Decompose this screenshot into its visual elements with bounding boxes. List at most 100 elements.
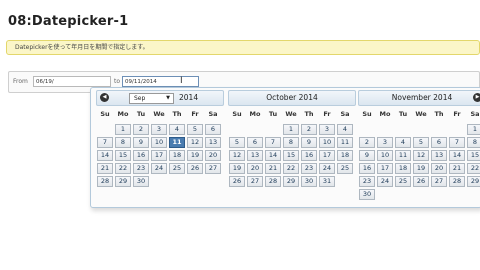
next-arrow-icon[interactable]: ▶ <box>473 93 480 102</box>
day-cell[interactable]: 25 <box>169 163 185 174</box>
day-cell[interactable]: 5 <box>229 137 245 148</box>
day-cell[interactable]: 13 <box>247 150 263 161</box>
day-cell[interactable]: 29 <box>115 176 131 187</box>
day-cell[interactable]: 27 <box>205 163 221 174</box>
day-cell[interactable]: 10 <box>319 137 335 148</box>
day-cell[interactable]: 14 <box>449 150 465 161</box>
day-cell[interactable]: 14 <box>265 150 281 161</box>
day-cell[interactable]: 16 <box>133 150 149 161</box>
day-cell[interactable]: 9 <box>359 150 375 161</box>
day-cell[interactable]: 3 <box>151 124 167 135</box>
day-cell[interactable]: 21 <box>97 163 113 174</box>
to-date-input[interactable] <box>122 76 199 87</box>
day-cell[interactable]: 7 <box>449 137 465 148</box>
day-cell[interactable]: 6 <box>431 137 447 148</box>
day-cell[interactable]: 22 <box>283 163 299 174</box>
day-cell[interactable]: 20 <box>247 163 263 174</box>
day-cell[interactable]: 26 <box>229 176 245 187</box>
day-cell[interactable]: 27 <box>247 176 263 187</box>
day-cell[interactable]: 17 <box>151 150 167 161</box>
day-cell[interactable]: 3 <box>377 137 393 148</box>
day-cell[interactable]: 3 <box>319 124 335 135</box>
day-cell[interactable]: 28 <box>97 176 113 187</box>
day-cell[interactable]: 9 <box>133 137 149 148</box>
day-cell[interactable]: 7 <box>97 137 113 148</box>
day-cell[interactable]: 26 <box>413 176 429 187</box>
day-cell[interactable]: 2 <box>133 124 149 135</box>
day-cell[interactable]: 1 <box>115 124 131 135</box>
day-cell[interactable]: 17 <box>319 150 335 161</box>
day-cell[interactable]: 21 <box>265 163 281 174</box>
day-cell[interactable]: 4 <box>337 124 353 135</box>
day-cell[interactable]: 29 <box>283 176 299 187</box>
day-cell[interactable]: 20 <box>205 150 221 161</box>
day-cell[interactable]: 13 <box>205 137 221 148</box>
day-cell[interactable]: 25 <box>395 176 411 187</box>
day-cell[interactable]: 23 <box>359 176 375 187</box>
day-cell[interactable]: 18 <box>395 163 411 174</box>
day-cell[interactable]: 15 <box>467 150 480 161</box>
day-cell[interactable]: 27 <box>431 176 447 187</box>
day-cell[interactable]: 11 <box>337 137 353 148</box>
day-cell[interactable]: 12 <box>229 150 245 161</box>
day-cell[interactable]: 1 <box>283 124 299 135</box>
day-cell[interactable]: 28 <box>265 176 281 187</box>
from-date-input[interactable] <box>33 76 111 87</box>
day-cell[interactable]: 6 <box>205 124 221 135</box>
weekday-label: Mo <box>379 110 391 118</box>
day-cell[interactable]: 13 <box>431 150 447 161</box>
day-cell[interactable]: 9 <box>301 137 317 148</box>
day-cell[interactable]: 24 <box>151 163 167 174</box>
day-cell[interactable]: 23 <box>301 163 317 174</box>
day-cell[interactable]: 5 <box>187 124 203 135</box>
day-cell[interactable]: 15 <box>283 150 299 161</box>
day-cell[interactable]: 11 <box>395 150 411 161</box>
day-cell[interactable]: 14 <box>97 150 113 161</box>
day-cell-highlighted[interactable]: 11 <box>169 137 185 148</box>
day-cell[interactable]: 10 <box>377 150 393 161</box>
day-cell[interactable]: 7 <box>265 137 281 148</box>
day-cell[interactable]: 31 <box>319 176 335 187</box>
day-cell[interactable]: 17 <box>377 163 393 174</box>
day-cell[interactable]: 5 <box>413 137 429 148</box>
day-cell[interactable]: 8 <box>283 137 299 148</box>
day-cell[interactable]: 24 <box>377 176 393 187</box>
day-cell[interactable]: 18 <box>169 150 185 161</box>
day-cell[interactable]: 2 <box>359 137 375 148</box>
day-cell[interactable]: 4 <box>395 137 411 148</box>
month-header: ▶ November 2014 <box>358 90 480 106</box>
day-cell[interactable]: 21 <box>449 163 465 174</box>
day-cell[interactable]: 20 <box>431 163 447 174</box>
day-cell[interactable]: 26 <box>187 163 203 174</box>
day-cell[interactable]: 8 <box>115 137 131 148</box>
day-cell[interactable]: 25 <box>337 163 353 174</box>
day-cell[interactable]: 29 <box>467 176 480 187</box>
day-cell[interactable]: 10 <box>151 137 167 148</box>
day-cell[interactable]: 12 <box>413 150 429 161</box>
day-cell[interactable]: 22 <box>467 163 480 174</box>
day-cell[interactable]: 4 <box>169 124 185 135</box>
day-cell[interactable]: 15 <box>115 150 131 161</box>
day-cell[interactable]: 23 <box>133 163 149 174</box>
day-cell[interactable]: 2 <box>301 124 317 135</box>
day-cell[interactable]: 1 <box>467 124 480 135</box>
weekday-label: We <box>285 110 297 118</box>
day-cell[interactable]: 19 <box>187 150 203 161</box>
day-cell[interactable]: 18 <box>337 150 353 161</box>
prev-arrow-icon[interactable]: ◀ <box>100 93 109 102</box>
day-cell[interactable]: 30 <box>359 189 375 200</box>
day-cell[interactable]: 30 <box>133 176 149 187</box>
weekday-label: Fr <box>323 110 331 118</box>
day-cell[interactable]: 16 <box>301 150 317 161</box>
day-cell[interactable]: 19 <box>229 163 245 174</box>
day-cell[interactable]: 8 <box>467 137 480 148</box>
day-cell[interactable]: 24 <box>319 163 335 174</box>
day-cell[interactable]: 6 <box>247 137 263 148</box>
day-cell[interactable]: 30 <box>301 176 317 187</box>
day-cell[interactable]: 28 <box>449 176 465 187</box>
day-cell[interactable]: 12 <box>187 137 203 148</box>
month-select[interactable]: Sep ▼ <box>129 93 174 104</box>
day-cell[interactable]: 22 <box>115 163 131 174</box>
day-cell[interactable]: 16 <box>359 163 375 174</box>
day-cell[interactable]: 19 <box>413 163 429 174</box>
